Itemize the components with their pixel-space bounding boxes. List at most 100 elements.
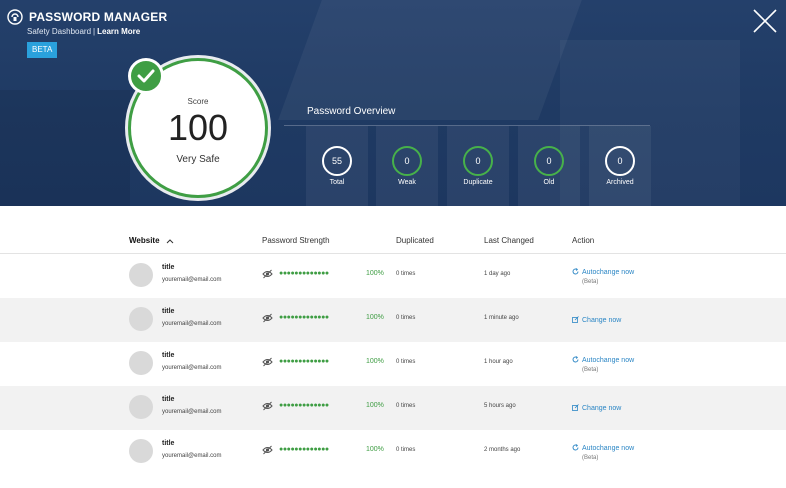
strength-dots: ●●●●●●●●●●●●●: [279, 358, 329, 365]
table-row: title youremail@email.com ●●●●●●●●●●●●● …: [0, 342, 786, 386]
site-title: title: [162, 264, 175, 271]
overview-tile-archived[interactable]: 0 Archived: [589, 126, 651, 206]
table-row: title youremail@email.com ●●●●●●●●●●●●● …: [0, 254, 786, 298]
overview-label: Duplicate: [463, 179, 493, 186]
site-title: title: [162, 352, 175, 359]
column-header-action: Action: [572, 236, 595, 245]
external-link-icon: [572, 316, 579, 323]
last-changed: 1 hour ago: [484, 359, 513, 365]
strength-value: 100%: [366, 446, 384, 453]
eye-hidden-icon[interactable]: [262, 313, 273, 323]
column-header-label: Website: [129, 236, 160, 245]
checkmark-icon: [137, 69, 155, 83]
overview-label: Old: [543, 179, 555, 186]
last-changed: 2 months ago: [484, 447, 521, 453]
refresh-icon: [572, 356, 579, 363]
external-link-icon: [572, 404, 579, 411]
subtitle-separator: |: [93, 27, 96, 36]
action-note: (Beta): [582, 455, 599, 461]
strength-value: 100%: [366, 314, 384, 321]
column-header-duplicated: Duplicated: [396, 236, 434, 245]
site-avatar: [129, 307, 153, 331]
eye-hidden-icon[interactable]: [262, 445, 273, 455]
eye-hidden-icon[interactable]: [262, 269, 273, 279]
table-row: title youremail@email.com ●●●●●●●●●●●●● …: [0, 386, 786, 430]
site-email: youremail@email.com: [162, 365, 222, 371]
site-email: youremail@email.com: [162, 277, 222, 283]
action-note: (Beta): [582, 279, 599, 285]
overview-label: Weak: [398, 179, 416, 186]
header-bg-decoration: [278, 0, 582, 120]
brand: PASSWORD MANAGER: [7, 9, 167, 25]
overview-tile-old[interactable]: 0 Old: [518, 126, 580, 206]
column-header-website[interactable]: Website: [129, 236, 174, 245]
score-label: Score: [187, 97, 209, 106]
strength-dots: ●●●●●●●●●●●●●: [279, 402, 329, 409]
duplicated-count: 0 times: [396, 271, 416, 277]
action-note: (Beta): [582, 367, 599, 373]
duplicated-count: 0 times: [396, 403, 416, 409]
header-bg-decoration: [0, 90, 130, 206]
overview-tile-total[interactable]: 55 Total: [306, 126, 368, 206]
strength-dots: ●●●●●●●●●●●●●: [279, 446, 329, 453]
refresh-icon: [572, 444, 579, 451]
last-changed: 1 day ago: [484, 271, 511, 277]
last-changed: 1 minute ago: [484, 315, 519, 321]
site-email: youremail@email.com: [162, 321, 222, 327]
app-logo-icon: [7, 9, 23, 25]
table-row: title youremail@email.com ●●●●●●●●●●●●● …: [0, 298, 786, 342]
refresh-icon: [572, 268, 579, 275]
score-value: 100: [167, 107, 229, 148]
site-title: title: [162, 396, 175, 403]
subtitle: Safety Dashboard | Learn More: [27, 27, 140, 36]
sort-ascending-icon[interactable]: [166, 238, 174, 244]
learn-more-link[interactable]: Learn More: [97, 27, 140, 36]
site-title: title: [162, 308, 175, 315]
site-email: youremail@email.com: [162, 409, 222, 415]
column-header-strength: Password Strength: [262, 236, 330, 245]
autochange-now-link[interactable]: Autochange now: [572, 268, 634, 276]
beta-badge: BETA: [27, 42, 58, 58]
strength-value: 100%: [366, 270, 384, 277]
strength-dots: ●●●●●●●●●●●●●: [279, 314, 329, 321]
change-now-link[interactable]: Change now: [572, 404, 621, 412]
site-title: title: [162, 440, 175, 447]
overview-title: Password Overview: [307, 106, 396, 117]
action-label: Autochange now: [582, 269, 635, 276]
strength-value: 100%: [366, 402, 384, 409]
table-row: title youremail@email.com ●●●●●●●●●●●●● …: [0, 430, 786, 474]
autochange-now-link[interactable]: Autochange now: [572, 444, 634, 452]
overview-count: 55: [322, 146, 352, 176]
app-title: PASSWORD MANAGER: [29, 10, 168, 24]
duplicated-count: 0 times: [396, 359, 416, 365]
overview-tile-weak[interactable]: 0 Weak: [376, 126, 438, 206]
change-now-link[interactable]: Change now: [572, 316, 621, 324]
overview-label: Total: [329, 179, 345, 186]
subtitle-text: Safety Dashboard: [27, 27, 92, 36]
autochange-now-link[interactable]: Autochange now: [572, 356, 634, 364]
site-avatar: [129, 263, 153, 287]
action-label: Autochange now: [582, 357, 635, 364]
action-label: Change now: [582, 317, 622, 324]
last-changed: 5 hours ago: [484, 403, 516, 409]
column-header-last-changed: Last Changed: [484, 236, 534, 245]
strength-dots: ●●●●●●●●●●●●●: [279, 270, 329, 277]
overview-tile-duplicate[interactable]: 0 Duplicate: [447, 126, 509, 206]
dashboard-header: PASSWORD MANAGER Safety Dashboard | Learn …: [0, 0, 786, 206]
site-avatar: [129, 395, 153, 419]
action-label: Change now: [582, 405, 622, 412]
overview-count: 0: [605, 146, 635, 176]
eye-hidden-icon[interactable]: [262, 401, 273, 411]
eye-hidden-icon[interactable]: [262, 357, 273, 367]
site-avatar: [129, 439, 153, 463]
check-badge: [128, 58, 164, 94]
strength-value: 100%: [366, 358, 384, 365]
close-icon[interactable]: [752, 8, 778, 34]
overview-count: 0: [463, 146, 493, 176]
score-status: Very Safe: [176, 154, 220, 165]
action-label: Autochange now: [582, 445, 635, 452]
overview-count: 0: [392, 146, 422, 176]
overview-label: Archived: [606, 179, 634, 186]
overview-count: 0: [534, 146, 564, 176]
duplicated-count: 0 times: [396, 315, 416, 321]
